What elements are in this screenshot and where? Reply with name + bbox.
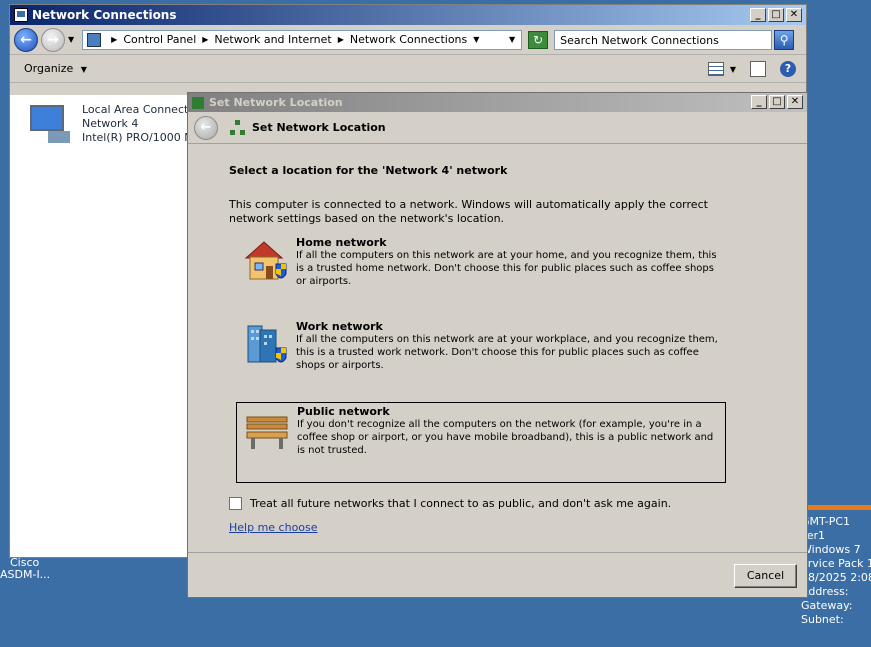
view-chevron-icon[interactable]: ▼ xyxy=(730,65,736,74)
public-network-title: Public network xyxy=(297,405,390,418)
maximize-button[interactable]: □ xyxy=(768,8,784,22)
change-view-icon[interactable] xyxy=(707,62,724,76)
search-icon[interactable]: ⚲ xyxy=(774,29,795,50)
list-item[interactable]: Local Area Connection Network 4 Intel(R)… xyxy=(28,103,205,145)
work-network-title: Work network xyxy=(296,320,383,333)
bginfo-line: Subnet: xyxy=(801,613,844,626)
explorer-title: Network Connections xyxy=(32,8,177,22)
network-location-icon xyxy=(192,96,204,109)
breadcrumb-network-connections[interactable]: Network Connections xyxy=(350,33,467,46)
back-button[interactable]: ← xyxy=(14,27,38,52)
desktop-icon-label-asdm[interactable]: ASDM-I... xyxy=(0,569,50,581)
breadcrumb-control-panel[interactable]: Control Panel xyxy=(123,33,196,46)
dialog-close-button[interactable]: ✕ xyxy=(787,95,803,109)
close-button[interactable]: ✕ xyxy=(786,8,802,22)
organize-label: Organize xyxy=(24,62,74,75)
address-bar-row: ← → ▼ ▶ Control Panel ▶ Network and Inte… xyxy=(10,25,806,55)
dialog-maximize-button[interactable]: □ xyxy=(769,95,785,109)
home-network-option[interactable]: Home network If all the computers on thi… xyxy=(236,234,726,309)
public-network-icon xyxy=(243,405,291,453)
explorer-titlebar[interactable]: Network Connections _ □ ✕ xyxy=(10,5,806,25)
organize-chevron-icon: ▼ xyxy=(80,65,87,74)
dialog-divider xyxy=(188,552,807,553)
help-me-choose-link[interactable]: Help me choose xyxy=(229,521,318,534)
organize-menu[interactable]: Organize ▼ xyxy=(24,62,87,75)
address-box[interactable]: ▶ Control Panel ▶ Network and Internet ▶… xyxy=(82,29,523,50)
minimize-button[interactable]: _ xyxy=(750,8,766,22)
dialog-titlebar[interactable]: Set Network Location _ □ ✕ xyxy=(188,93,807,112)
address-dropdown-icon[interactable]: ▼ xyxy=(509,35,515,44)
dialog-intro: This computer is connected to a network.… xyxy=(229,198,708,225)
bginfo-divider xyxy=(808,505,871,510)
public-network-desc: If you don't recognize all the computers… xyxy=(297,419,714,456)
dialog-header: ← Set Network Location xyxy=(188,112,807,144)
network-connections-icon xyxy=(14,8,28,22)
treat-public-label: Treat all future networks that I connect… xyxy=(250,497,672,510)
breadcrumb-chevron-icon[interactable]: ▶ xyxy=(111,35,117,44)
recent-pages-chevron-icon[interactable]: ▼ xyxy=(68,35,74,44)
dialog-header-title: Set Network Location xyxy=(252,121,386,134)
dialog-back-button[interactable]: ← xyxy=(194,115,218,140)
bginfo-line: Gateway: xyxy=(801,599,853,612)
home-network-icon xyxy=(242,236,290,284)
breadcrumb-chevron-icon[interactable]: ▶ xyxy=(202,35,208,44)
cancel-button[interactable]: Cancel xyxy=(734,564,797,588)
bginfo-line: ser1 xyxy=(801,529,826,542)
dialog-minimize-button[interactable]: _ xyxy=(751,95,767,109)
control-panel-icon xyxy=(87,32,102,47)
preview-pane-icon[interactable] xyxy=(750,61,766,77)
help-icon[interactable]: ? xyxy=(780,61,796,77)
breadcrumb-chevron-icon[interactable]: ▶ xyxy=(338,35,344,44)
breadcrumb-network-internet[interactable]: Network and Internet xyxy=(214,33,331,46)
work-network-option[interactable]: Work network If all the computers on thi… xyxy=(236,318,726,393)
treat-public-checkbox[interactable] xyxy=(229,497,242,510)
command-bar: Organize ▼ ▼ ? xyxy=(10,55,806,83)
work-network-desc: If all the computers on this network are… xyxy=(296,334,718,371)
set-network-location-dialog: Set Network Location _ □ ✕ ← Set Network… xyxy=(187,92,808,598)
breadcrumb-chevron-icon[interactable]: ▼ xyxy=(473,35,479,44)
bginfo-line: 18/2025 2:08 xyxy=(801,571,871,584)
forward-button[interactable]: → xyxy=(41,27,65,52)
dialog-body: Select a location for the 'Network 4' ne… xyxy=(188,145,807,597)
home-network-desc: If all the computers on this network are… xyxy=(296,250,717,287)
file-list-area: Local Area Connection Network 4 Intel(R)… xyxy=(10,95,205,557)
bginfo-panel: GMT-PC1 ser1 Windows 7 ervice Pack 1 18/… xyxy=(801,515,871,627)
home-network-title: Home network xyxy=(296,236,387,249)
bginfo-line: ervice Pack 1 xyxy=(801,557,871,570)
work-network-icon xyxy=(242,320,290,368)
refresh-button[interactable]: ↻ xyxy=(528,30,549,49)
treat-public-checkbox-row[interactable]: Treat all future networks that I connect… xyxy=(229,497,671,510)
network-adapter-icon xyxy=(28,103,72,143)
dialog-window-title: Set Network Location xyxy=(209,96,343,109)
bginfo-line: Address: xyxy=(801,585,849,598)
network-location-icon xyxy=(230,119,246,136)
search-input[interactable]: Search Network Connections xyxy=(554,29,773,50)
bginfo-line: GMT-PC1 xyxy=(801,515,851,528)
bginfo-line: Windows 7 xyxy=(801,543,861,556)
public-network-option[interactable]: Public network If you don't recognize al… xyxy=(236,402,726,483)
dialog-heading: Select a location for the 'Network 4' ne… xyxy=(229,164,508,177)
